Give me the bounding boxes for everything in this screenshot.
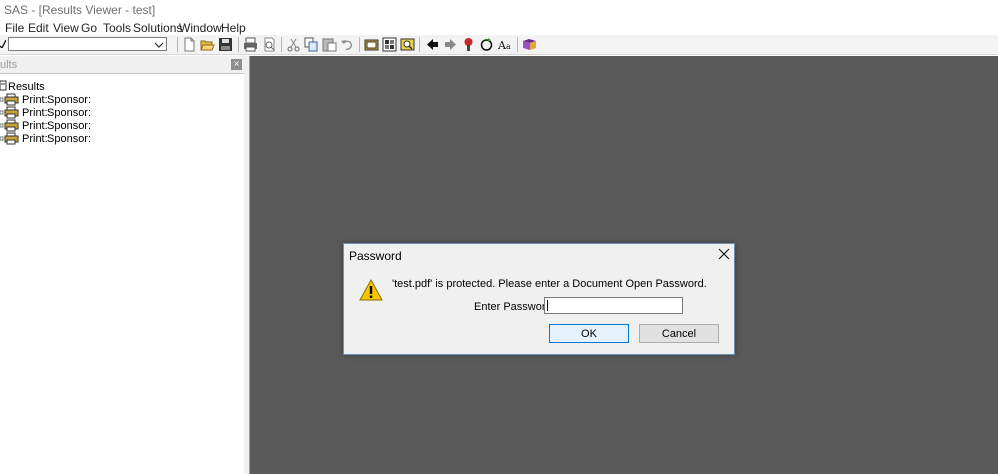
password-label: Enter Password: [474, 301, 555, 313]
toolbar-separator [281, 37, 282, 52]
results-icon[interactable] [364, 37, 379, 52]
svg-text:a: a [506, 42, 511, 51]
item-name: Sponsor: [47, 133, 92, 145]
item-name: Sponsor: [47, 120, 92, 132]
menu-tools[interactable]: Tools [103, 21, 131, 35]
password-field[interactable] [545, 298, 682, 314]
find-icon[interactable] [400, 37, 415, 52]
toolbar-separator [177, 37, 178, 52]
print-output-icon [0, 132, 19, 145]
dialog-message: 'test.pdf' is protected. Please enter a … [392, 278, 707, 290]
font-icon[interactable]: Aa [498, 37, 513, 52]
paste-icon[interactable] [322, 37, 337, 52]
refresh-icon[interactable] [479, 37, 494, 52]
open-folder-icon[interactable] [200, 37, 215, 52]
back-arrow-icon[interactable] [425, 37, 440, 52]
print-preview-icon[interactable] [262, 37, 277, 52]
window-title-bar: SAS - [Results Viewer - test] [0, 0, 998, 18]
close-icon[interactable]: × [231, 59, 242, 70]
toolbar: Aa [0, 35, 998, 55]
item-name: Sponsor: [47, 94, 92, 106]
copy-icon[interactable] [304, 37, 319, 52]
undo-icon[interactable] [340, 37, 355, 52]
menu-go[interactable]: Go [81, 21, 97, 35]
menu-file[interactable]: File [5, 21, 24, 35]
results-pane: ults × Results Print: Sponsor: Print: Sp… [0, 56, 245, 474]
password-field-box[interactable] [544, 297, 683, 314]
item-prefix: Print: [22, 94, 48, 106]
dialog-title: Password [349, 249, 402, 263]
item-prefix: Print: [22, 120, 48, 132]
item-prefix: Print: [22, 133, 48, 145]
cut-icon[interactable] [286, 37, 301, 52]
new-document-icon[interactable] [182, 37, 197, 52]
text-caret [547, 300, 548, 311]
stop-icon[interactable] [461, 37, 476, 52]
results-pane-title: ults [0, 59, 18, 71]
ok-button[interactable]: OK [549, 324, 629, 343]
toolbar-separator [419, 37, 420, 52]
print-output-icon [0, 106, 19, 119]
menu-window[interactable]: Window [179, 21, 222, 35]
checkmark-icon [0, 38, 7, 50]
toolbar-separator [517, 37, 518, 52]
forward-arrow-icon[interactable] [443, 37, 458, 52]
password-dialog: Password 'test.pdf' is protected. Please… [343, 243, 735, 355]
explorer-icon[interactable] [382, 37, 397, 52]
close-icon[interactable] [717, 247, 731, 261]
toolbar-separator [238, 37, 239, 52]
warning-icon [359, 278, 383, 301]
item-name: Sponsor: [47, 107, 92, 119]
cancel-button[interactable]: Cancel [639, 324, 719, 343]
chevron-down-icon[interactable] [154, 39, 164, 49]
menu-edit[interactable]: Edit [28, 21, 49, 35]
print-output-icon [0, 93, 19, 106]
toolbar-separator [359, 37, 360, 52]
window-title: SAS - [Results Viewer - test] [4, 3, 156, 17]
tree-root-label: Results [8, 81, 45, 93]
item-prefix: Print: [22, 107, 48, 119]
results-pane-header: ults × [0, 56, 244, 74]
help-book-icon[interactable] [522, 37, 537, 52]
save-icon[interactable] [218, 37, 233, 52]
print-icon[interactable] [243, 37, 258, 52]
menu-bar: File Edit View Go Tools Solutions Window… [0, 19, 998, 36]
print-output-icon [0, 119, 19, 132]
menu-solutions[interactable]: Solutions [133, 21, 182, 35]
results-root-icon [0, 80, 7, 91]
menu-help[interactable]: Help [221, 21, 246, 35]
menu-view[interactable]: View [53, 21, 79, 35]
command-combo[interactable] [8, 37, 167, 51]
